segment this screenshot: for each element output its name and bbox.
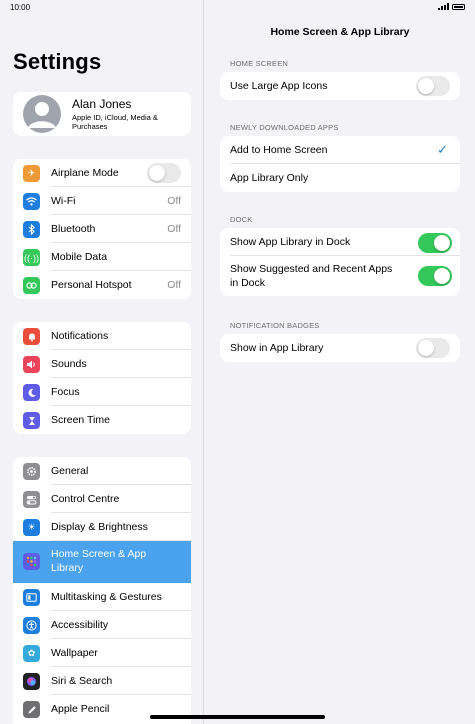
add-to-home-screen-option[interactable]: Add to Home Screen ✓: [220, 136, 460, 164]
show-app-library-in-dock-row[interactable]: Show App Library in Dock: [220, 228, 460, 256]
sidebar-item-label: Notifications: [51, 330, 109, 342]
switches-icon: [23, 491, 40, 508]
row-label: Add to Home Screen: [230, 144, 328, 156]
signal-icon: [438, 3, 449, 10]
bell-icon: [23, 328, 40, 345]
avatar: [23, 95, 61, 133]
sidebar-item-label: Bluetooth: [51, 223, 96, 235]
sidebar-item-label: Mobile Data: [51, 251, 108, 263]
sidebar-item-label: Focus: [51, 386, 80, 398]
sidebar-item-label: Multitasking & Gestures: [51, 591, 162, 603]
section-header-dock: DOCK: [230, 215, 253, 224]
profile-subtitle: Apple ID, iCloud, Media & Purchases: [72, 113, 158, 131]
sidebar-item-notifications[interactable]: Notifications: [13, 322, 191, 350]
connectivity-group: ✈ Airplane Mode Wi-Fi Off Bluetooth Off …: [13, 159, 191, 299]
sidebar-item-label: Wallpaper: [51, 647, 98, 659]
sidebar-item-control-centre[interactable]: Control Centre: [13, 485, 191, 513]
sidebar-item-mobile-data[interactable]: ((·)) Mobile Data: [13, 243, 191, 271]
battery-icon: [452, 3, 465, 10]
sidebar-item-personal-hotspot[interactable]: Personal Hotspot Off: [13, 271, 191, 299]
detail-pane: Home Screen & App Library HOME SCREEN Us…: [205, 0, 475, 724]
use-large-app-icons-row[interactable]: Use Large App Icons: [220, 72, 460, 100]
accessibility-icon: [23, 617, 40, 634]
wifi-icon: [23, 193, 40, 210]
gear-icon: [23, 463, 40, 480]
sidebar-item-airplane-mode[interactable]: ✈ Airplane Mode: [13, 159, 191, 187]
row-label: Show in App Library: [230, 342, 324, 354]
sidebar-item-label: Home Screen & App Library: [51, 548, 147, 574]
sidebar-item-sounds[interactable]: Sounds: [13, 350, 191, 378]
home-indicator[interactable]: [150, 715, 325, 719]
speaker-icon: [23, 356, 40, 373]
show-suggested-recent-apps-toggle[interactable]: [418, 266, 452, 286]
sidebar-item-label: Wi-Fi: [51, 195, 76, 207]
sidebar-item-label: Airplane Mode: [51, 167, 119, 179]
sidebar-title: Settings: [13, 49, 102, 74]
row-label: Show Suggested and Recent Apps in Dock: [230, 263, 393, 289]
wifi-status: Off: [167, 195, 181, 207]
sidebar-item-display-brightness[interactable]: ☀ Display & Brightness: [13, 513, 191, 541]
sidebar-item-siri-search[interactable]: Siri & Search: [13, 667, 191, 695]
section-header-home-screen: HOME SCREEN: [230, 59, 289, 68]
sidebar-item-wallpaper[interactable]: ✿ Wallpaper: [13, 639, 191, 667]
row-label: Use Large App Icons: [230, 80, 328, 92]
profile-name: Alan Jones: [72, 97, 132, 111]
antenna-icon: ((·)): [23, 249, 40, 266]
bluetooth-status: Off: [167, 223, 181, 235]
apple-id-profile[interactable]: Alan Jones Apple ID, iCloud, Media & Pur…: [13, 92, 191, 136]
bluetooth-icon: [23, 221, 40, 238]
notifications-group: Notifications Sounds Focus Screen Time: [13, 322, 191, 434]
airplane-mode-toggle[interactable]: [147, 163, 181, 183]
sidebar-item-multitasking-gestures[interactable]: Multitasking & Gestures: [13, 583, 191, 611]
multitask-icon: [23, 589, 40, 606]
flower-icon: ✿: [23, 645, 40, 662]
siri-icon: [23, 673, 40, 690]
sidebar-item-accessibility[interactable]: Accessibility: [13, 611, 191, 639]
sidebar-item-label: Control Centre: [51, 493, 120, 505]
sidebar-item-label: Accessibility: [51, 619, 109, 631]
moon-icon: [23, 384, 40, 401]
hourglass-icon: [23, 412, 40, 429]
status-icons: [438, 3, 465, 10]
sidebar-item-label: Screen Time: [51, 414, 110, 426]
airplane-icon: ✈: [23, 165, 40, 182]
section-header-newly-downloaded: NEWLY DOWNLOADED APPS: [230, 123, 339, 132]
sidebar-item-label: Personal Hotspot: [51, 279, 132, 291]
sun-icon: ☀: [23, 519, 40, 536]
sidebar-item-label: Sounds: [51, 358, 87, 370]
newly-downloaded-group: Add to Home Screen ✓ App Library Only: [220, 136, 460, 192]
show-in-app-library-toggle[interactable]: [416, 338, 450, 358]
general-group: General Control Centre ☀ Display & Brigh…: [13, 457, 191, 724]
checkmark-icon: ✓: [437, 142, 448, 157]
show-in-app-library-row[interactable]: Show in App Library: [220, 334, 460, 362]
section-header-notification-badges: NOTIFICATION BADGES: [230, 321, 320, 330]
sidebar-item-label: Apple Pencil: [51, 703, 110, 715]
sidebar-item-bluetooth[interactable]: Bluetooth Off: [13, 215, 191, 243]
settings-sidebar: Settings Alan Jones Apple ID, iCloud, Me…: [0, 0, 204, 724]
sidebar-item-label: Display & Brightness: [51, 521, 148, 533]
sidebar-item-label: General: [51, 465, 89, 477]
sidebar-item-general[interactable]: General: [13, 457, 191, 485]
row-label: Show App Library in Dock: [230, 236, 351, 248]
row-label: App Library Only: [230, 172, 309, 184]
hotspot-status: Off: [167, 279, 181, 291]
show-app-library-in-dock-toggle[interactable]: [418, 233, 452, 253]
sidebar-item-label: Siri & Search: [51, 675, 113, 687]
dock-group: Show App Library in Dock Show Suggested …: [220, 228, 460, 296]
grid-icon: [23, 553, 40, 570]
sidebar-item-wifi[interactable]: Wi-Fi Off: [13, 187, 191, 215]
notification-badges-group: Show in App Library: [220, 334, 460, 362]
pencil-icon: [23, 701, 40, 718]
show-suggested-recent-apps-row[interactable]: Show Suggested and Recent Apps in Dock: [220, 256, 460, 296]
sidebar-item-focus[interactable]: Focus: [13, 378, 191, 406]
use-large-app-icons-toggle[interactable]: [416, 76, 450, 96]
home-screen-group: Use Large App Icons: [220, 72, 460, 100]
app-library-only-option[interactable]: App Library Only: [220, 164, 460, 192]
status-bar: 10:00: [0, 0, 475, 16]
page-title: Home Screen & App Library: [270, 26, 410, 38]
status-time: 10:00: [10, 3, 31, 12]
sidebar-item-home-screen-app-library[interactable]: Home Screen & App Library: [13, 541, 191, 583]
hotspot-icon: [23, 277, 40, 294]
sidebar-item-screen-time[interactable]: Screen Time: [13, 406, 191, 434]
